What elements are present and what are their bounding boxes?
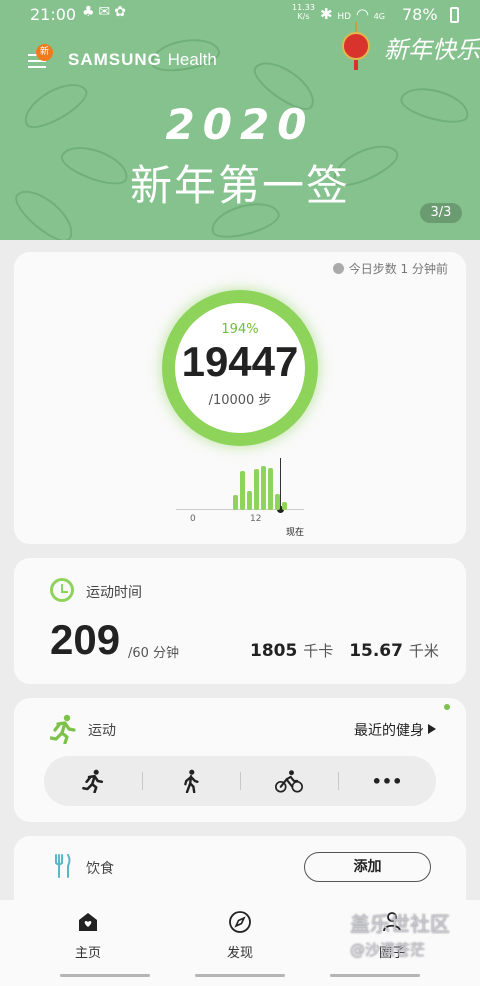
- steps-goal: /10000 步: [208, 393, 272, 408]
- network-speed: 11.33 K/s: [292, 3, 315, 21]
- nav-home-label: 主页: [74, 946, 101, 961]
- quick-run-button[interactable]: [44, 756, 142, 806]
- lantern-tassel: [354, 60, 358, 70]
- hd-label: HD: [337, 12, 352, 22]
- calories-value: 1805: [250, 641, 298, 661]
- header-banner: 21:00 ♣✉✿ 11.33 K/s ✱ HD ◠ 4G 78% 新 SAMS…: [0, 0, 480, 240]
- speed-unit: K/s: [297, 12, 310, 21]
- more-options-button[interactable]: •••: [338, 756, 436, 806]
- now-marker: [280, 458, 281, 510]
- play-arrow-icon[interactable]: [428, 724, 436, 734]
- banner-year: 2020: [165, 100, 315, 149]
- steps-percent: 194%: [221, 322, 259, 337]
- new-year-greeting: 新年快乐: [384, 36, 480, 64]
- hourly-step-bar: [261, 466, 266, 510]
- steps-card[interactable]: 今日步数 1 分钟前 194% 19447 /10000 步 0 12 现在: [14, 252, 466, 544]
- hourly-step-bar: [282, 502, 287, 510]
- brand-logo: SAMSUNG Health: [68, 50, 217, 70]
- recent-workouts-link[interactable]: 最近的健身: [354, 720, 424, 740]
- sync-icon: [332, 263, 344, 274]
- quick-bike-button[interactable]: [240, 756, 338, 806]
- nav-home[interactable]: 主页: [8, 910, 168, 961]
- hourly-step-bar: [247, 491, 252, 510]
- speed-value: 11.33: [292, 3, 315, 12]
- lantern-icon: [342, 32, 370, 60]
- bluetooth-icon: ✱: [320, 5, 333, 23]
- axis-label-start: 0: [190, 514, 196, 524]
- activity-card[interactable]: 运动 最近的健身 •••: [14, 698, 466, 822]
- calories-unit: 千卡: [303, 642, 334, 660]
- quick-walk-button[interactable]: [142, 756, 240, 806]
- hourly-step-bar: [275, 494, 280, 510]
- hourly-step-bar: [233, 495, 238, 510]
- exercise-minutes: 209: [50, 616, 121, 663]
- compass-icon: [229, 911, 251, 933]
- timer-icon: [50, 578, 74, 602]
- battery-icon: [450, 7, 459, 23]
- banner-pager: 3/3: [420, 203, 462, 223]
- fork-knife-icon: [55, 854, 71, 878]
- sync-note: 今日步数 1 分钟前: [332, 260, 448, 277]
- hourly-steps-chart: 0 12 现在: [176, 458, 304, 538]
- axis-label-mid: 12: [250, 514, 262, 524]
- activity-title: 运动: [88, 723, 116, 739]
- add-food-button[interactable]: 添加: [304, 852, 431, 882]
- activity-run-icon: [50, 714, 76, 744]
- exercise-time-card[interactable]: 运动时间 209 /60 分钟 1805 千卡 15.67 千米: [14, 558, 466, 684]
- axis-label-now: 现在: [286, 528, 305, 538]
- status-bar: 21:00 ♣✉✿ 11.33 K/s ✱ HD ◠ 4G 78%: [0, 0, 480, 30]
- walk-icon: [184, 769, 199, 793]
- food-title: 饮食: [86, 861, 114, 877]
- bike-icon: [275, 770, 303, 793]
- banner-headline[interactable]: 新年第一签: [0, 152, 480, 213]
- distance-value: 15.67: [349, 641, 403, 661]
- nav-discover[interactable]: 发现: [160, 910, 320, 961]
- hourly-step-bar: [240, 471, 245, 510]
- watermark-user: @沙漠苍茫: [350, 941, 426, 959]
- battery-level: 78%: [402, 5, 438, 24]
- signal-label: 4G: [373, 12, 386, 21]
- watermark-title: 盖乐世社区: [350, 912, 450, 936]
- run-icon: [82, 769, 104, 793]
- exercise-stats: 1805 千卡 15.67 千米: [250, 640, 449, 661]
- exercise-title: 运动时间: [86, 585, 142, 601]
- distance-unit: 千米: [408, 642, 439, 660]
- quick-start-bar: •••: [44, 756, 436, 806]
- wifi-icon: ◠: [355, 5, 369, 23]
- nav-discover-label: 发现: [226, 946, 253, 961]
- gesture-bar: [195, 974, 285, 977]
- brand-product: Health: [167, 50, 217, 69]
- brand-name: SAMSUNG: [68, 50, 162, 69]
- hourly-step-bar: [254, 469, 259, 510]
- new-badge: 新: [36, 44, 53, 61]
- home-icon: [79, 913, 97, 931]
- hourly-step-bar: [268, 468, 273, 510]
- watermark: 盖乐世社区 @沙漠苍茫: [350, 908, 480, 960]
- status-time: 21:00: [30, 5, 77, 24]
- gesture-bar: [330, 974, 420, 977]
- gesture-bar: [60, 974, 150, 977]
- sync-note-text: 今日步数 1 分钟前: [348, 262, 448, 276]
- status-right-icons: ✱ HD ◠ 4G: [320, 5, 385, 23]
- new-indicator-dot: [444, 704, 450, 710]
- exercise-goal: /60 分钟: [128, 646, 180, 661]
- steps-count: 19447: [181, 338, 299, 385]
- notification-icons: ♣✉✿: [82, 4, 131, 20]
